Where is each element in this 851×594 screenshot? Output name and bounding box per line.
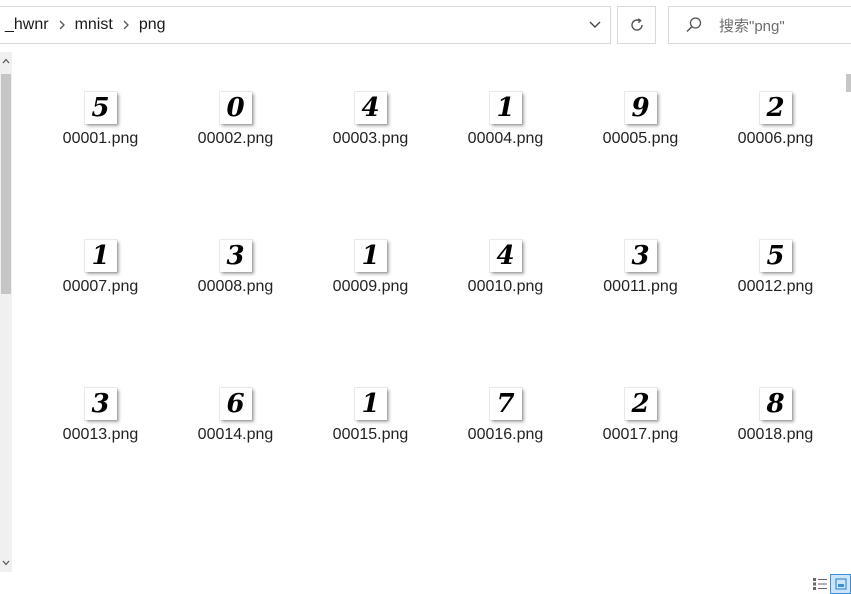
breadcrumb-item-hwnr[interactable]: _hwnr (5, 7, 55, 43)
file-name[interactable]: 00012.png (738, 278, 814, 296)
file-thumbnail[interactable]: 5 (84, 92, 117, 124)
thumbnail-digit: 6 (226, 389, 245, 419)
chevron-right-icon[interactable] (119, 7, 133, 43)
thumbnail-digit: 4 (361, 93, 380, 123)
file-thumbnail[interactable]: 7 (489, 388, 522, 420)
file-item[interactable]: 9 00005.png (573, 90, 708, 238)
file-thumbnail[interactable]: 0 (219, 92, 252, 124)
file-item[interactable]: 1 00007.png (33, 238, 168, 386)
file-grid: 5 00001.png 0 00002.png 4 00003.png 1 00004.png… (33, 90, 843, 534)
file-item[interactable]: 1 00009.png (303, 238, 438, 386)
thumbnail-digit: 3 (226, 241, 245, 271)
file-name[interactable]: 00009.png (333, 278, 409, 296)
file-thumbnail[interactable]: 1 (354, 240, 387, 272)
thumbnail-digit: 8 (766, 389, 785, 419)
file-item[interactable]: 1 00015.png (303, 386, 438, 534)
file-thumbnail[interactable]: 1 (354, 388, 387, 420)
thumbnail-digit: 2 (766, 93, 785, 123)
file-thumbnail[interactable]: 4 (489, 240, 522, 272)
file-item[interactable]: 4 00003.png (303, 90, 438, 238)
thumbnail-digit: 1 (361, 241, 380, 271)
breadcrumb-item-mnist[interactable]: mnist (69, 7, 119, 43)
file-item[interactable]: 0 00002.png (168, 90, 303, 238)
file-thumbnail[interactable]: 3 (219, 240, 252, 272)
file-name[interactable]: 00005.png (603, 130, 679, 148)
thumbnail-digit: 5 (766, 241, 785, 271)
file-item[interactable]: 8 00018.png (708, 386, 843, 534)
file-item[interactable]: 3 00013.png (33, 386, 168, 534)
scroll-up-icon[interactable] (0, 55, 12, 67)
file-name[interactable]: 00006.png (738, 130, 814, 148)
file-name[interactable]: 00002.png (198, 130, 274, 148)
file-name[interactable]: 00011.png (603, 278, 677, 296)
file-item[interactable]: 6 00014.png (168, 386, 303, 534)
thumbnail-digit: 2 (631, 389, 650, 419)
file-thumbnail[interactable]: 2 (759, 92, 792, 124)
file-thumbnail[interactable]: 3 (624, 240, 657, 272)
file-name[interactable]: 00010.png (468, 278, 544, 296)
vertical-scrollbar[interactable] (0, 52, 12, 572)
file-thumbnail[interactable]: 1 (489, 92, 522, 124)
details-view-icon[interactable] (809, 574, 830, 594)
file-thumbnail[interactable]: 3 (84, 388, 117, 420)
refresh-icon (630, 18, 643, 31)
file-item[interactable]: 2 00006.png (708, 90, 843, 238)
scrollbar-edge (846, 74, 851, 92)
thumbnail-digit: 5 (91, 93, 110, 123)
file-name[interactable]: 00003.png (333, 130, 409, 148)
file-thumbnail[interactable]: 8 (759, 388, 792, 420)
toolbar: _hwnr mnist png 搜索"png" (0, 0, 851, 52)
file-item[interactable]: 5 00001.png (33, 90, 168, 238)
refresh-button[interactable] (617, 6, 656, 44)
file-name[interactable]: 00017.png (603, 426, 679, 444)
thumbnail-digit: 4 (496, 241, 515, 271)
file-item[interactable]: 4 00010.png (438, 238, 573, 386)
thumbnail-digit: 0 (226, 93, 245, 123)
thumbnail-digit: 7 (496, 389, 515, 419)
file-name[interactable]: 00013.png (63, 426, 139, 444)
thumbnail-digit: 3 (631, 241, 650, 271)
search-input[interactable]: 搜索"png" (719, 15, 785, 36)
file-name[interactable]: 00016.png (468, 426, 544, 444)
file-name[interactable]: 00004.png (468, 130, 544, 148)
thumbnail-digit: 1 (496, 93, 515, 123)
file-item[interactable]: 3 00011.png (573, 238, 708, 386)
search-icon (669, 7, 719, 43)
scrollbar-thumb[interactable] (1, 74, 11, 294)
address-bar[interactable]: _hwnr mnist png (0, 6, 611, 44)
thumbnail-digit: 1 (91, 241, 110, 271)
file-item[interactable]: 7 00016.png (438, 386, 573, 534)
chevron-down-icon[interactable] (580, 7, 610, 43)
thumbnail-digit: 3 (91, 389, 110, 419)
chevron-right-icon[interactable] (55, 7, 69, 43)
file-name[interactable]: 00007.png (63, 278, 139, 296)
scroll-down-icon[interactable] (0, 557, 12, 569)
file-name[interactable]: 00015.png (333, 426, 409, 444)
file-thumbnail[interactable]: 4 (354, 92, 387, 124)
file-name[interactable]: 00008.png (198, 278, 274, 296)
file-thumbnail[interactable]: 1 (84, 240, 117, 272)
breadcrumb: _hwnr mnist png (0, 7, 172, 43)
file-item[interactable]: 5 00012.png (708, 238, 843, 386)
breadcrumb-item-png[interactable]: png (133, 7, 172, 43)
file-thumbnail[interactable]: 6 (219, 388, 252, 420)
thumbnail-digit: 1 (361, 389, 380, 419)
file-item[interactable]: 2 00017.png (573, 386, 708, 534)
file-item[interactable]: 1 00004.png (438, 90, 573, 238)
file-item[interactable]: 3 00008.png (168, 238, 303, 386)
search-box[interactable]: 搜索"png" (668, 6, 851, 44)
thumbnail-digit: 9 (631, 93, 650, 123)
large-icons-view-icon[interactable] (830, 574, 851, 594)
file-name[interactable]: 00001.png (63, 130, 139, 148)
file-name[interactable]: 00014.png (198, 426, 274, 444)
file-thumbnail[interactable]: 5 (759, 240, 792, 272)
file-thumbnail[interactable]: 2 (624, 388, 657, 420)
file-name[interactable]: 00018.png (738, 426, 814, 444)
file-thumbnail[interactable]: 9 (624, 92, 657, 124)
view-switcher (809, 574, 851, 594)
